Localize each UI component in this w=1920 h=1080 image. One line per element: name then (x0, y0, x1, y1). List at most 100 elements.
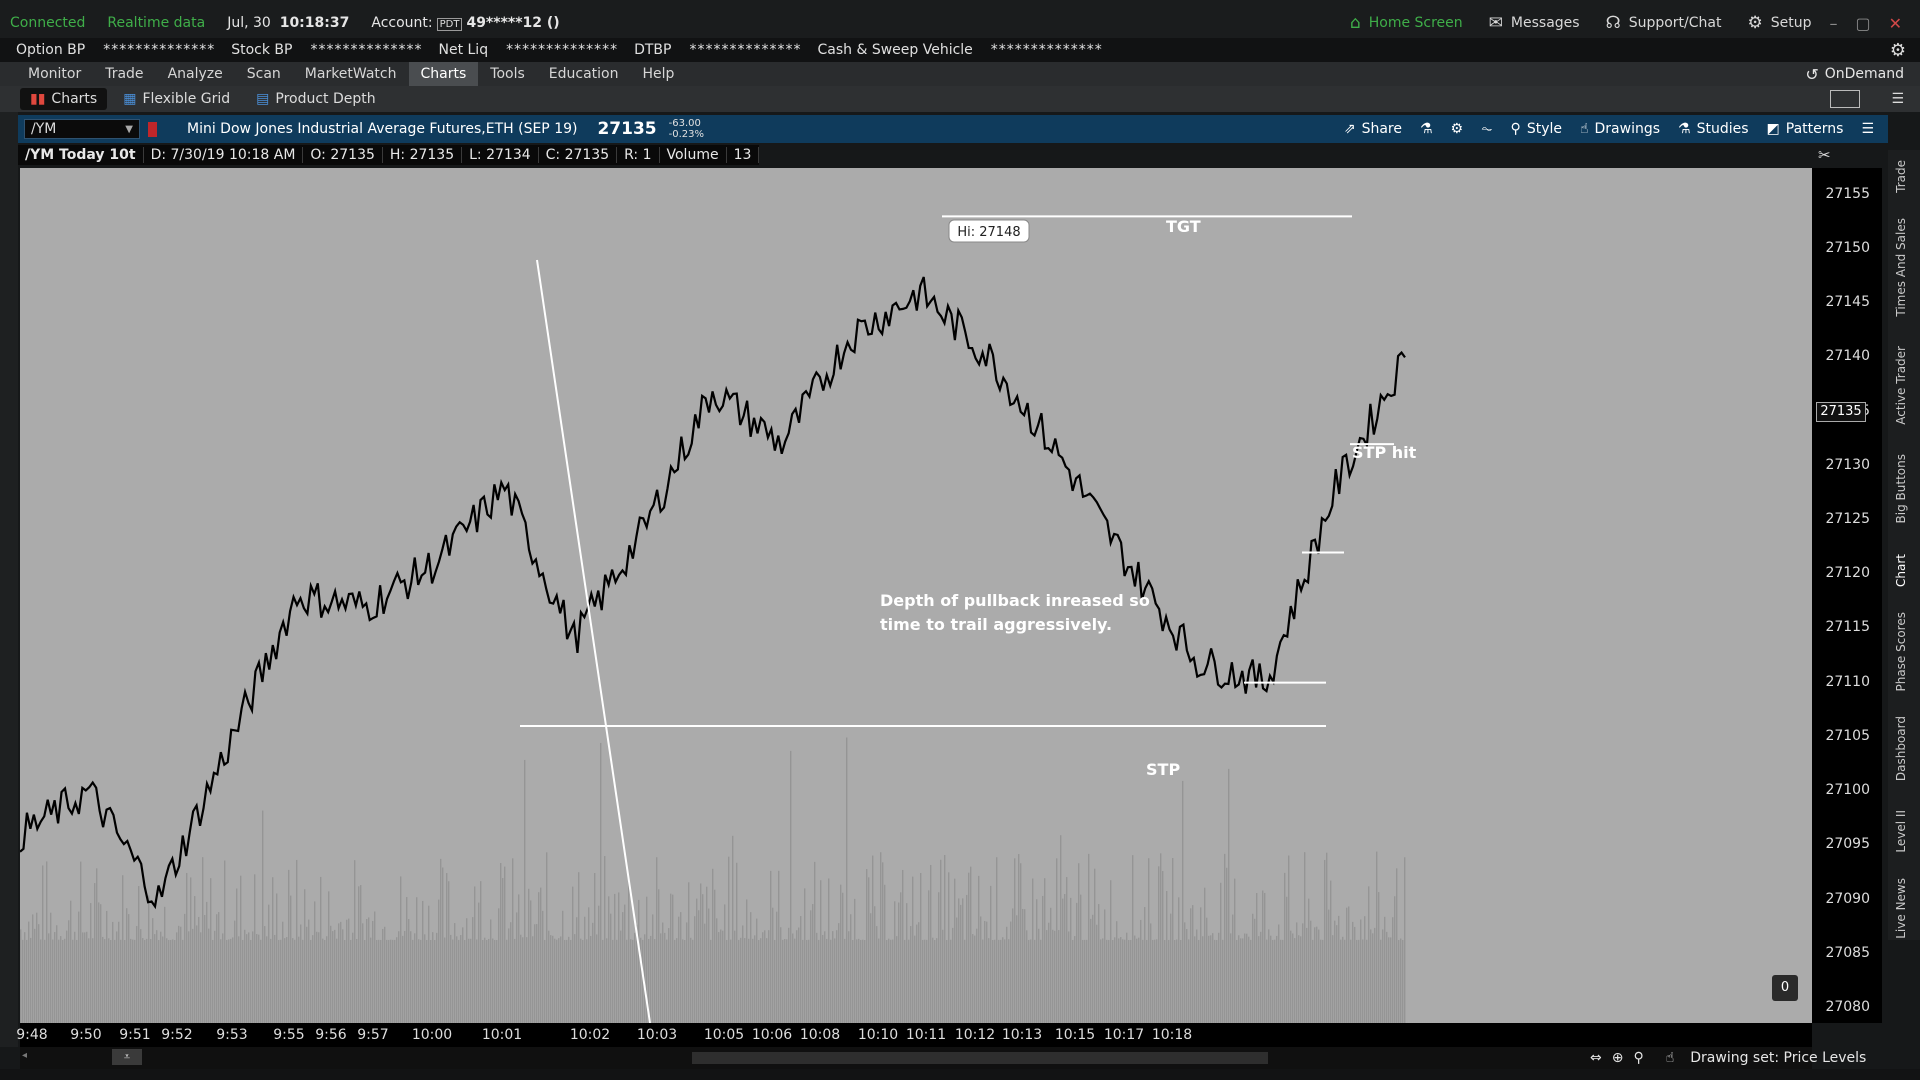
subtab-product-depth[interactable]: ▤ Product Depth (246, 88, 385, 110)
volume-bar (1318, 929, 1320, 1023)
collapse-icon[interactable]: ⩡ (112, 1049, 142, 1065)
alert-count-badge[interactable]: 0 (1772, 975, 1798, 1001)
menu-analyze[interactable]: Analyze (156, 62, 235, 86)
maximize-button[interactable]: ▢ (1855, 14, 1870, 33)
menu-monitor[interactable]: Monitor (16, 62, 93, 86)
volume-bar (600, 742, 602, 1023)
chart-settings-button[interactable]: ⚙ (1451, 121, 1464, 137)
share-icon: ⇗ (1343, 121, 1356, 137)
chart-scrollbar[interactable]: ◂ ⩡ (20, 1047, 1812, 1069)
menu-marketwatch[interactable]: MarketWatch (293, 62, 409, 86)
patterns-button[interactable]: ◩ Patterns (1767, 121, 1844, 137)
hand-icon[interactable]: ☝ (1666, 1050, 1675, 1066)
volume-bar (376, 939, 378, 1023)
grid-icon: ▦ (123, 91, 137, 107)
volume-bar (574, 934, 576, 1023)
sidetab-big-buttons[interactable]: Big Buttons (1894, 454, 1908, 523)
volume-bar (792, 933, 794, 1023)
volume-bar (952, 927, 954, 1023)
subtab-flexible-grid[interactable]: ▦ Flexible Grid (113, 88, 240, 110)
volume-bar (954, 878, 956, 1023)
time-tick: 10:17 (1103, 1027, 1145, 1043)
time-axis[interactable]: 9:48 9:50 9:51 9:52 9:53 9:55 9:56 9:57 10:00 10:… (16, 1023, 1812, 1047)
sidetab-live-news[interactable]: Live News (1894, 878, 1908, 939)
drawing-set-label[interactable]: Drawing set: Price Levels (1690, 1050, 1866, 1066)
chart-menu-button[interactable]: ☰ (1861, 121, 1874, 137)
home-screen-link[interactable]: ⌂ Home Screen (1350, 13, 1463, 33)
chart-canvas[interactable]: Hi: 27148 TGT STP STP hit Depth of pullb… (20, 168, 1812, 1023)
volume-bar (394, 939, 396, 1023)
menu-education[interactable]: Education (537, 62, 631, 86)
volume-bar (290, 895, 292, 1023)
menu-charts[interactable]: Charts (408, 62, 479, 86)
messages-link[interactable]: ✉ Messages (1489, 13, 1580, 33)
left-collapse-strip[interactable] (0, 112, 18, 1047)
volume-bar (804, 888, 806, 1023)
volume-bar (300, 924, 302, 1023)
volume-bar (468, 938, 470, 1023)
volume-bar (256, 934, 258, 1023)
sidetab-trade[interactable]: Trade (1894, 160, 1908, 193)
volume-bar (1310, 920, 1312, 1023)
drawings-button[interactable]: ☝ Drawings (1580, 121, 1660, 137)
volume-bar (1400, 938, 1402, 1023)
price-chart[interactable]: Hi: 27148 TGT STP STP hit Depth of pullb… (20, 168, 1812, 1023)
zoom-icon[interactable]: ⚲ (1633, 1050, 1643, 1066)
sidetab-dashboard[interactable]: Dashboard (1894, 716, 1908, 781)
scroll-left-icon[interactable]: ◂ (22, 1050, 27, 1061)
sidetab-chart[interactable]: Chart (1894, 554, 1908, 587)
menu-help[interactable]: Help (630, 62, 686, 86)
crosshair-icon[interactable]: ⊕ (1612, 1050, 1624, 1066)
flask-button[interactable]: ⚗ (1420, 121, 1433, 137)
style-button[interactable]: ⚲ Style (1511, 121, 1562, 137)
subtab-charts[interactable]: ▮▮ Charts (20, 88, 108, 110)
volume-bar (446, 873, 448, 1023)
volume-bar (730, 939, 732, 1023)
volume-bar (668, 928, 670, 1023)
scroll-thumb[interactable] (692, 1052, 1268, 1064)
depth-icon: ▤ (256, 91, 270, 107)
pan-icon[interactable]: ⇔ (1590, 1050, 1602, 1066)
setup-link[interactable]: ⚙ Setup (1747, 13, 1811, 33)
support-chat-link[interactable]: ☊ Support/Chat (1606, 13, 1722, 33)
volume-bar (1322, 939, 1324, 1023)
menu-scan[interactable]: Scan (235, 62, 293, 86)
sidetab-active-trader[interactable]: Active Trader (1894, 346, 1908, 425)
studies-button[interactable]: ⚗ Studies (1678, 121, 1749, 137)
menu-tools[interactable]: Tools (478, 62, 537, 86)
close-button[interactable]: ✕ (1889, 14, 1902, 33)
volume-bar (550, 935, 552, 1023)
volume-bar (544, 939, 546, 1023)
subtab-product-depth-label: Product Depth (275, 91, 376, 107)
sidetab-phase-scores[interactable]: Phase Scores (1894, 612, 1908, 692)
account-selector[interactable]: Account: PDT 49*****12 () (371, 15, 560, 31)
volume-bar (588, 907, 590, 1023)
link-color-icon[interactable] (148, 121, 157, 137)
menu-trade[interactable]: Trade (93, 62, 155, 86)
volume-bar (1066, 877, 1068, 1023)
volume-bar (478, 902, 480, 1023)
volume-bar (1060, 835, 1062, 1023)
trend-line[interactable] (536, 259, 651, 1023)
option-bp-value: ************** (103, 42, 216, 58)
ondemand-button[interactable]: ↺ OnDemand (1805, 62, 1904, 86)
sidetab-level-ii[interactable]: Level II (1894, 810, 1908, 853)
gear-icon[interactable]: ⚙ (1890, 40, 1906, 61)
volume-bar (656, 857, 658, 1023)
volume-bar (418, 939, 420, 1023)
bar-open: O: 27135 (303, 147, 383, 163)
symbol-selector[interactable]: /YM ▼ (24, 119, 140, 139)
price-axis[interactable]: 27155 27150 27145 27140 27135 27130 27125 27120… (1812, 146, 1882, 1023)
realtime-data-status[interactable]: Realtime data (107, 15, 205, 31)
volume-bar (666, 939, 668, 1023)
share-button[interactable]: ⇗ Share (1344, 121, 1402, 137)
price-line (20, 276, 1406, 910)
chart-type-button[interactable]: ⏦ (1481, 121, 1492, 137)
sidetab-times-and-sales[interactable]: Times And Sales (1894, 218, 1908, 317)
minimize-button[interactable]: – (1829, 14, 1837, 33)
volume-bar (160, 931, 162, 1023)
menu-lines-icon[interactable]: ☰ (1891, 91, 1904, 107)
layout-icon[interactable] (1830, 90, 1860, 108)
expand-chart-icon[interactable]: ✂ (1818, 146, 1831, 164)
chart-title[interactable]: /YM Today 10t (18, 147, 144, 163)
